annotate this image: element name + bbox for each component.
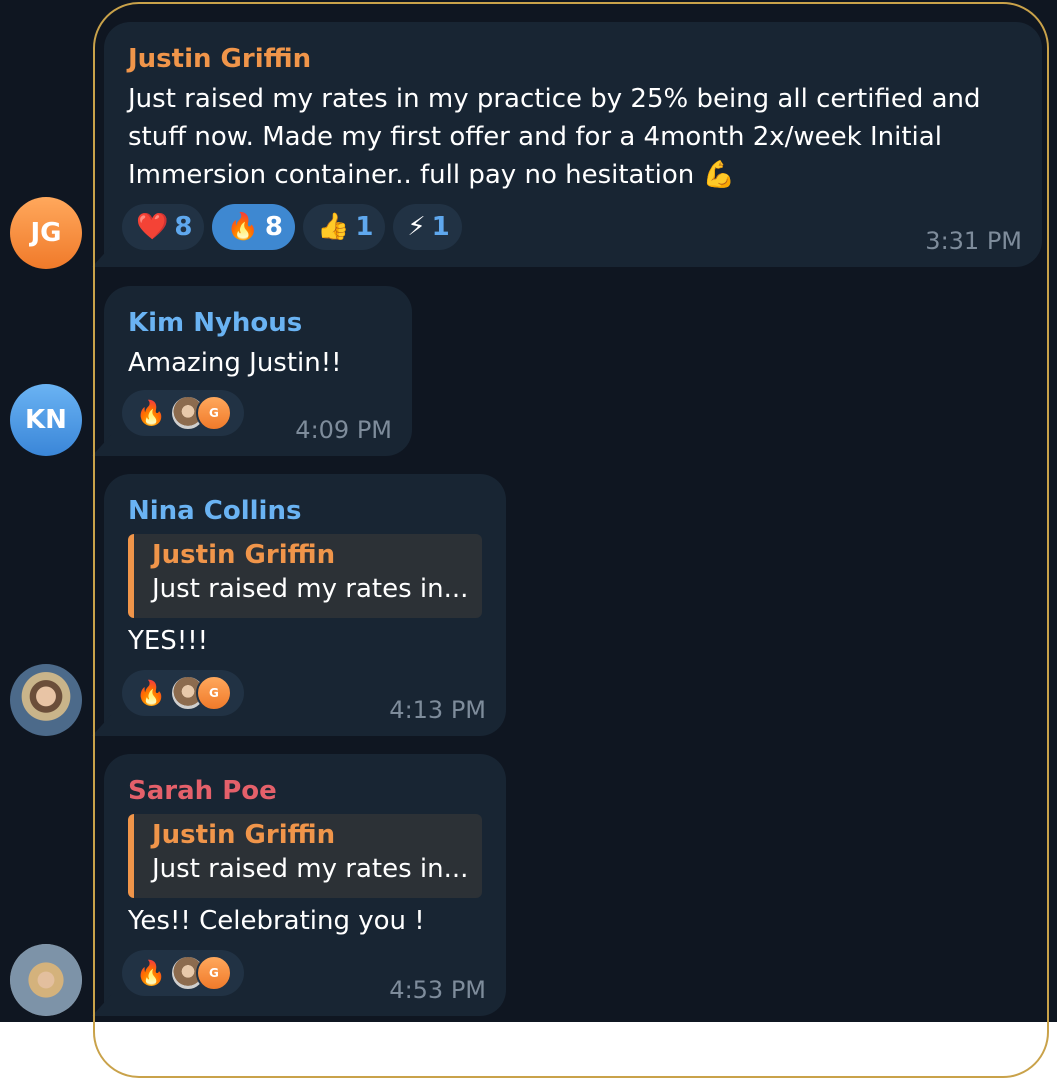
reaction-heart[interactable]: ❤️ 8 — [122, 204, 205, 250]
message-bubble[interactable]: Nina Collins Justin Griffin Just raised … — [92, 474, 506, 736]
message-timestamp: 4:53 PM — [389, 976, 486, 1004]
sender-name[interactable]: Sarah Poe — [128, 776, 277, 806]
sender-name[interactable]: Kim Nyhous — [128, 308, 302, 338]
reactions-bar: 🔥 G — [122, 390, 244, 436]
reply-quote[interactable]: Justin Griffin Just raised my rates in..… — [128, 534, 482, 618]
message-bubble[interactable]: Kim Nyhous Amazing Justin!! 🔥 G 4:09 PM — [92, 286, 412, 456]
reactions-bar: 🔥 G — [122, 950, 244, 996]
fire-icon: 🔥 — [136, 399, 166, 427]
reactor-avatar: G — [195, 955, 232, 991]
reaction-count: 8 — [174, 212, 193, 242]
sender-name[interactable]: Justin Griffin — [128, 44, 311, 74]
reply-sender-name: Justin Griffin — [152, 820, 336, 850]
message-bubble[interactable]: Justin Griffin Just raised my rates in m… — [92, 22, 1042, 267]
avatar-initials: JG — [30, 218, 62, 248]
message-text-line: Immersion container.. full pay no hesita… — [128, 160, 735, 190]
reaction-fire[interactable]: 🔥 G — [122, 390, 244, 436]
avatar-initials: KN — [25, 405, 67, 435]
reaction-count: 1 — [431, 212, 450, 242]
reaction-fire[interactable]: 🔥 G — [122, 950, 244, 996]
reaction-fire[interactable]: 🔥 G — [122, 670, 244, 716]
avatar-justin-griffin[interactable]: JG — [10, 197, 82, 269]
avatar-nina-collins[interactable] — [10, 664, 82, 736]
heart-icon: ❤️ — [136, 212, 169, 242]
reply-text: Just raised my rates in... — [152, 854, 469, 884]
thumbs-up-icon: 👍 — [316, 212, 350, 242]
message-text-line: stuff now. Made my first offer and for a… — [128, 122, 942, 152]
reactions-bar: ❤️ 8 🔥 8 👍 1 ⚡ 1 — [122, 204, 462, 250]
sender-name[interactable]: Nina Collins — [128, 496, 301, 526]
reaction-lightning[interactable]: ⚡ 1 — [393, 204, 462, 250]
reactor-avatar: G — [195, 675, 232, 711]
reply-sender-name: Justin Griffin — [152, 540, 336, 570]
message-bubble[interactable]: Sarah Poe Justin Griffin Just raised my … — [92, 754, 506, 1016]
message-text-line: Just raised my rates in my practice by 2… — [128, 84, 981, 114]
message-text: YES!!! — [128, 626, 209, 656]
reaction-count: 1 — [355, 212, 374, 242]
reactions-bar: 🔥 G — [122, 670, 244, 716]
fire-icon: 🔥 — [136, 959, 166, 987]
message-timestamp: 4:13 PM — [389, 696, 486, 724]
fire-icon: 🔥 — [136, 679, 166, 707]
avatar-sarah-poe[interactable] — [10, 944, 82, 1016]
reply-quote[interactable]: Justin Griffin Just raised my rates in..… — [128, 814, 482, 898]
message-text: Yes!! Celebrating you ! — [128, 906, 425, 936]
lightning-icon: ⚡ — [407, 212, 426, 242]
message-text: Amazing Justin!! — [128, 348, 342, 378]
reactor-avatar: G — [195, 395, 232, 431]
reply-text: Just raised my rates in... — [152, 574, 469, 604]
message-timestamp: 3:31 PM — [925, 227, 1022, 255]
message-timestamp: 4:09 PM — [295, 416, 392, 444]
avatar-kim-nyhous[interactable]: KN — [10, 384, 82, 456]
reaction-thumbs-up[interactable]: 👍 1 — [302, 204, 386, 250]
reaction-fire[interactable]: 🔥 8 — [212, 204, 295, 250]
fire-icon: 🔥 — [226, 212, 259, 242]
reaction-count: 8 — [264, 212, 283, 242]
